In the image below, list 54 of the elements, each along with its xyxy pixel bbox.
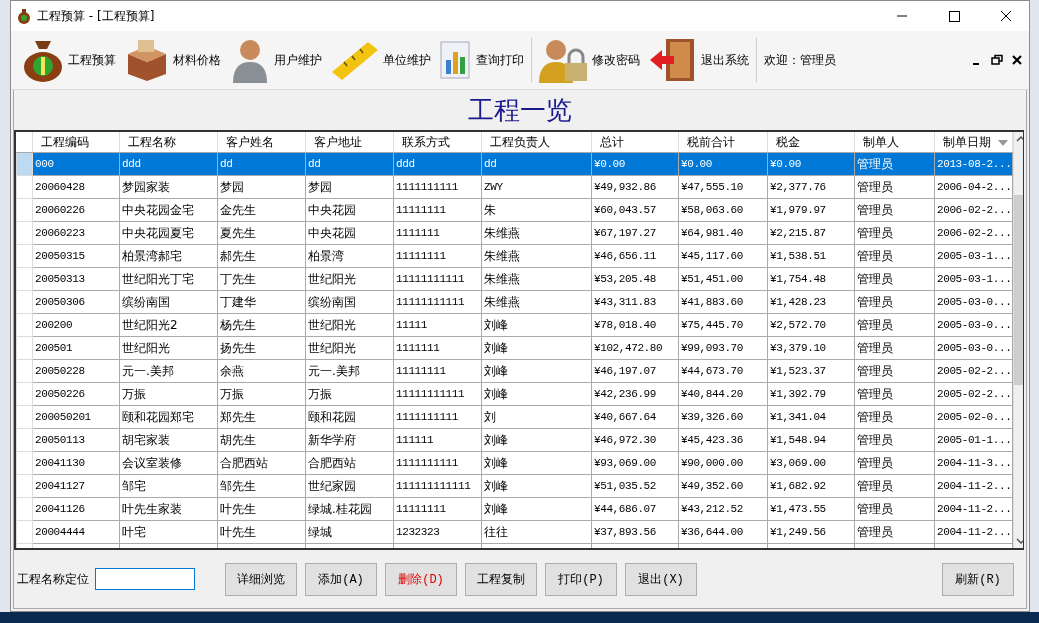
action-button[interactable]: 打印(P) [545, 562, 617, 596]
toolbar-button[interactable]: 材料价格 [120, 33, 225, 87]
toolbar-button[interactable]: 单位维护 [326, 33, 435, 87]
table-cell: 刘峰 [481, 474, 592, 498]
table-cell: 刘峰 [481, 359, 592, 383]
column-header[interactable]: 工程名称 [119, 132, 218, 153]
close-icon[interactable] [1011, 54, 1023, 66]
window-title: 工程预算 - [工程预算] [37, 7, 156, 25]
toolbar-button[interactable]: 用户维护 [225, 33, 326, 87]
page-heading: 工程一览 [467, 94, 573, 127]
sort-arrow-icon [998, 140, 1008, 146]
user-lock-icon [539, 37, 589, 83]
locate-label: 工程名称定位 [17, 570, 89, 588]
column-header[interactable]: 税金 [767, 132, 855, 153]
action-button[interactable]: 刷新(R) [942, 562, 1014, 596]
table-cell: 朱维燕 [481, 244, 592, 268]
table-cell: dd [481, 152, 592, 176]
table-cell: 朱维燕 [481, 221, 592, 245]
action-button[interactable]: 工程复制 [465, 562, 537, 596]
table-cell: 刘峰 [481, 313, 592, 337]
table-cell: 朱维燕 [481, 290, 592, 314]
column-header[interactable]: 制单日期 [934, 132, 1013, 153]
table-cell: 刘峰 [481, 497, 592, 521]
column-header[interactable]: 联系方式 [393, 132, 482, 153]
table-cell: 往往 [481, 520, 592, 544]
table-cell: 朱 [481, 198, 592, 222]
action-button[interactable]: 退出(X) [625, 562, 697, 596]
input-field[interactable] [95, 568, 195, 590]
table-cell: 刘峰 [481, 428, 592, 452]
money-bag-icon [17, 8, 31, 24]
column-header[interactable]: 工程负责人 [481, 132, 592, 153]
welcome-text: 欢迎：管理员 [763, 51, 837, 69]
table-cell: 刘峰 [481, 451, 592, 475]
ruler-icon [330, 40, 380, 80]
toolbar-button[interactable]: 查询打印 [435, 33, 528, 87]
toolbar-button[interactable]: 退出系统 [644, 33, 753, 87]
table-cell: 刘峰 [481, 382, 592, 406]
column-header[interactable]: 总计 [591, 132, 679, 153]
table-cell: ZWY [481, 175, 592, 199]
table-cell: 刘峰 [481, 336, 592, 360]
restore-icon[interactable] [991, 54, 1003, 66]
action-button[interactable]: 添加(A) [305, 562, 377, 596]
table-cell: 朱维燕 [481, 267, 592, 291]
action-button[interactable]: 删除(D) [385, 562, 457, 596]
bar-chart-icon [439, 40, 473, 80]
column-header[interactable]: 税前合计 [678, 132, 768, 153]
column-header[interactable]: 客户姓名 [217, 132, 306, 153]
column-header[interactable]: 客户地址 [305, 132, 394, 153]
action-button[interactable]: 详细浏览 [225, 562, 297, 596]
toolbar-button[interactable]: 修改密码 [535, 33, 644, 87]
column-header[interactable]: 工程编码 [32, 132, 120, 153]
table-cell: 刘 [481, 405, 592, 429]
toolbar-button[interactable]: 工程预算 [17, 33, 120, 87]
column-header[interactable]: 制单人 [854, 132, 935, 153]
